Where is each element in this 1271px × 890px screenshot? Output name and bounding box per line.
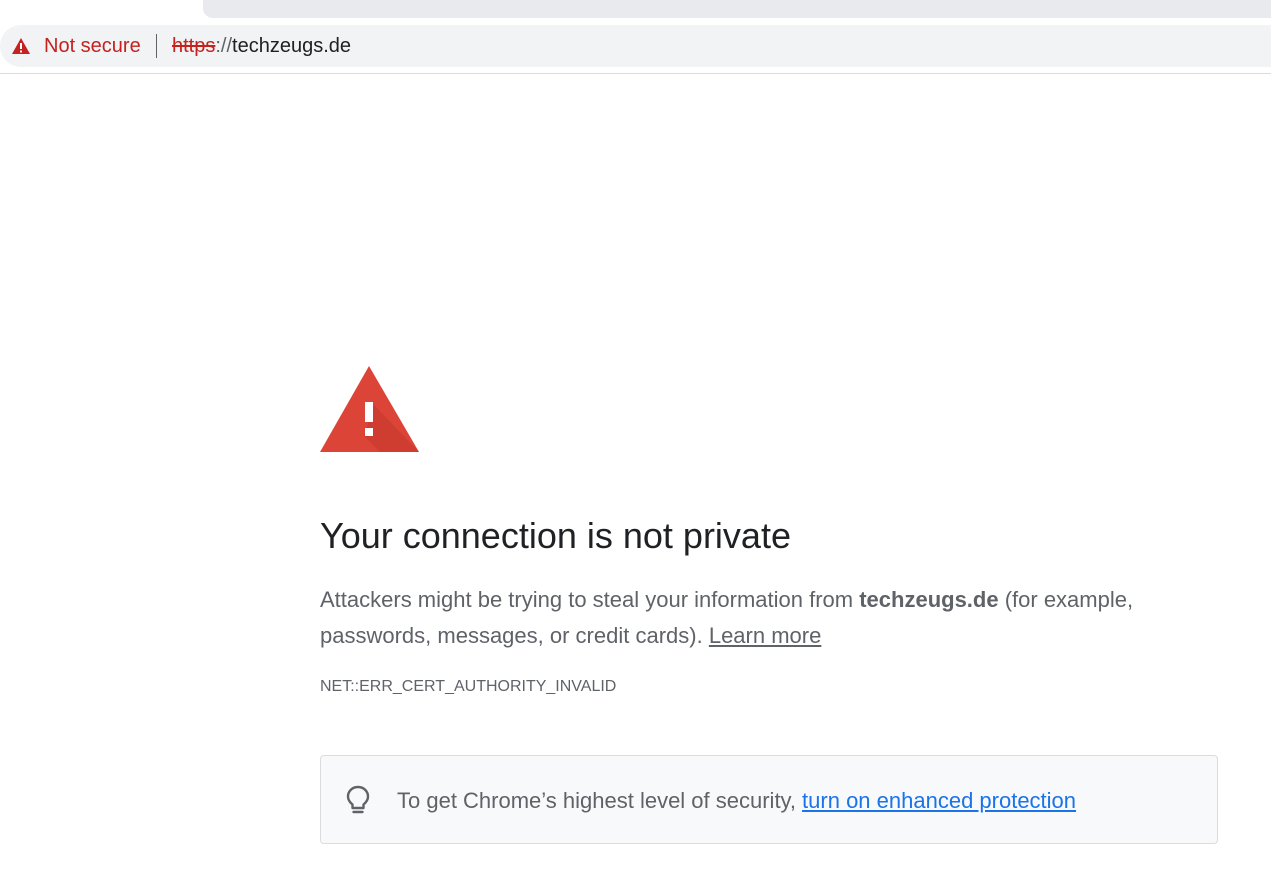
chip-divider bbox=[156, 34, 157, 58]
interstitial-main: Your connection is not private Attackers… bbox=[320, 364, 1220, 696]
enhanced-protection-message: To get Chrome’s highest level of securit… bbox=[397, 787, 797, 813]
explanation-domain: techzeugs.de bbox=[859, 587, 999, 612]
warning-triangle-icon bbox=[10, 35, 32, 57]
learn-more-link[interactable]: Learn more bbox=[709, 623, 822, 648]
active-tab[interactable] bbox=[203, 0, 1271, 18]
error-code: NET::ERR_CERT_AUTHORITY_INVALID bbox=[320, 678, 617, 695]
warning-triangle-icon bbox=[320, 364, 420, 454]
tab-strip bbox=[0, 0, 1271, 22]
url-scheme: https bbox=[172, 34, 216, 57]
url-host: techzeugs.de bbox=[232, 34, 352, 57]
enhanced-protection-banner: To get Chrome’s highest level of securit… bbox=[320, 755, 1218, 844]
url-separator: :// bbox=[215, 34, 233, 57]
url-field[interactable]: https://techzeugs.de bbox=[172, 25, 351, 67]
enhanced-protection-text: To get Chrome’s highest level of securit… bbox=[397, 756, 1076, 845]
page-title: Your connection is not private bbox=[320, 515, 791, 556]
security-label: Not secure bbox=[44, 34, 141, 57]
address-bar[interactable]: Not secure https://techzeugs.de bbox=[0, 25, 1271, 67]
security-chip[interactable]: Not secure bbox=[10, 25, 141, 67]
toolbar-divider bbox=[0, 73, 1271, 74]
enhanced-protection-link[interactable]: turn on enhanced protection bbox=[802, 788, 1076, 814]
explanation-prefix: Attackers might be trying to steal your … bbox=[320, 587, 860, 612]
lightbulb-icon bbox=[343, 784, 373, 816]
explanation-paragraph: Attackers might be trying to steal your … bbox=[320, 582, 1220, 654]
